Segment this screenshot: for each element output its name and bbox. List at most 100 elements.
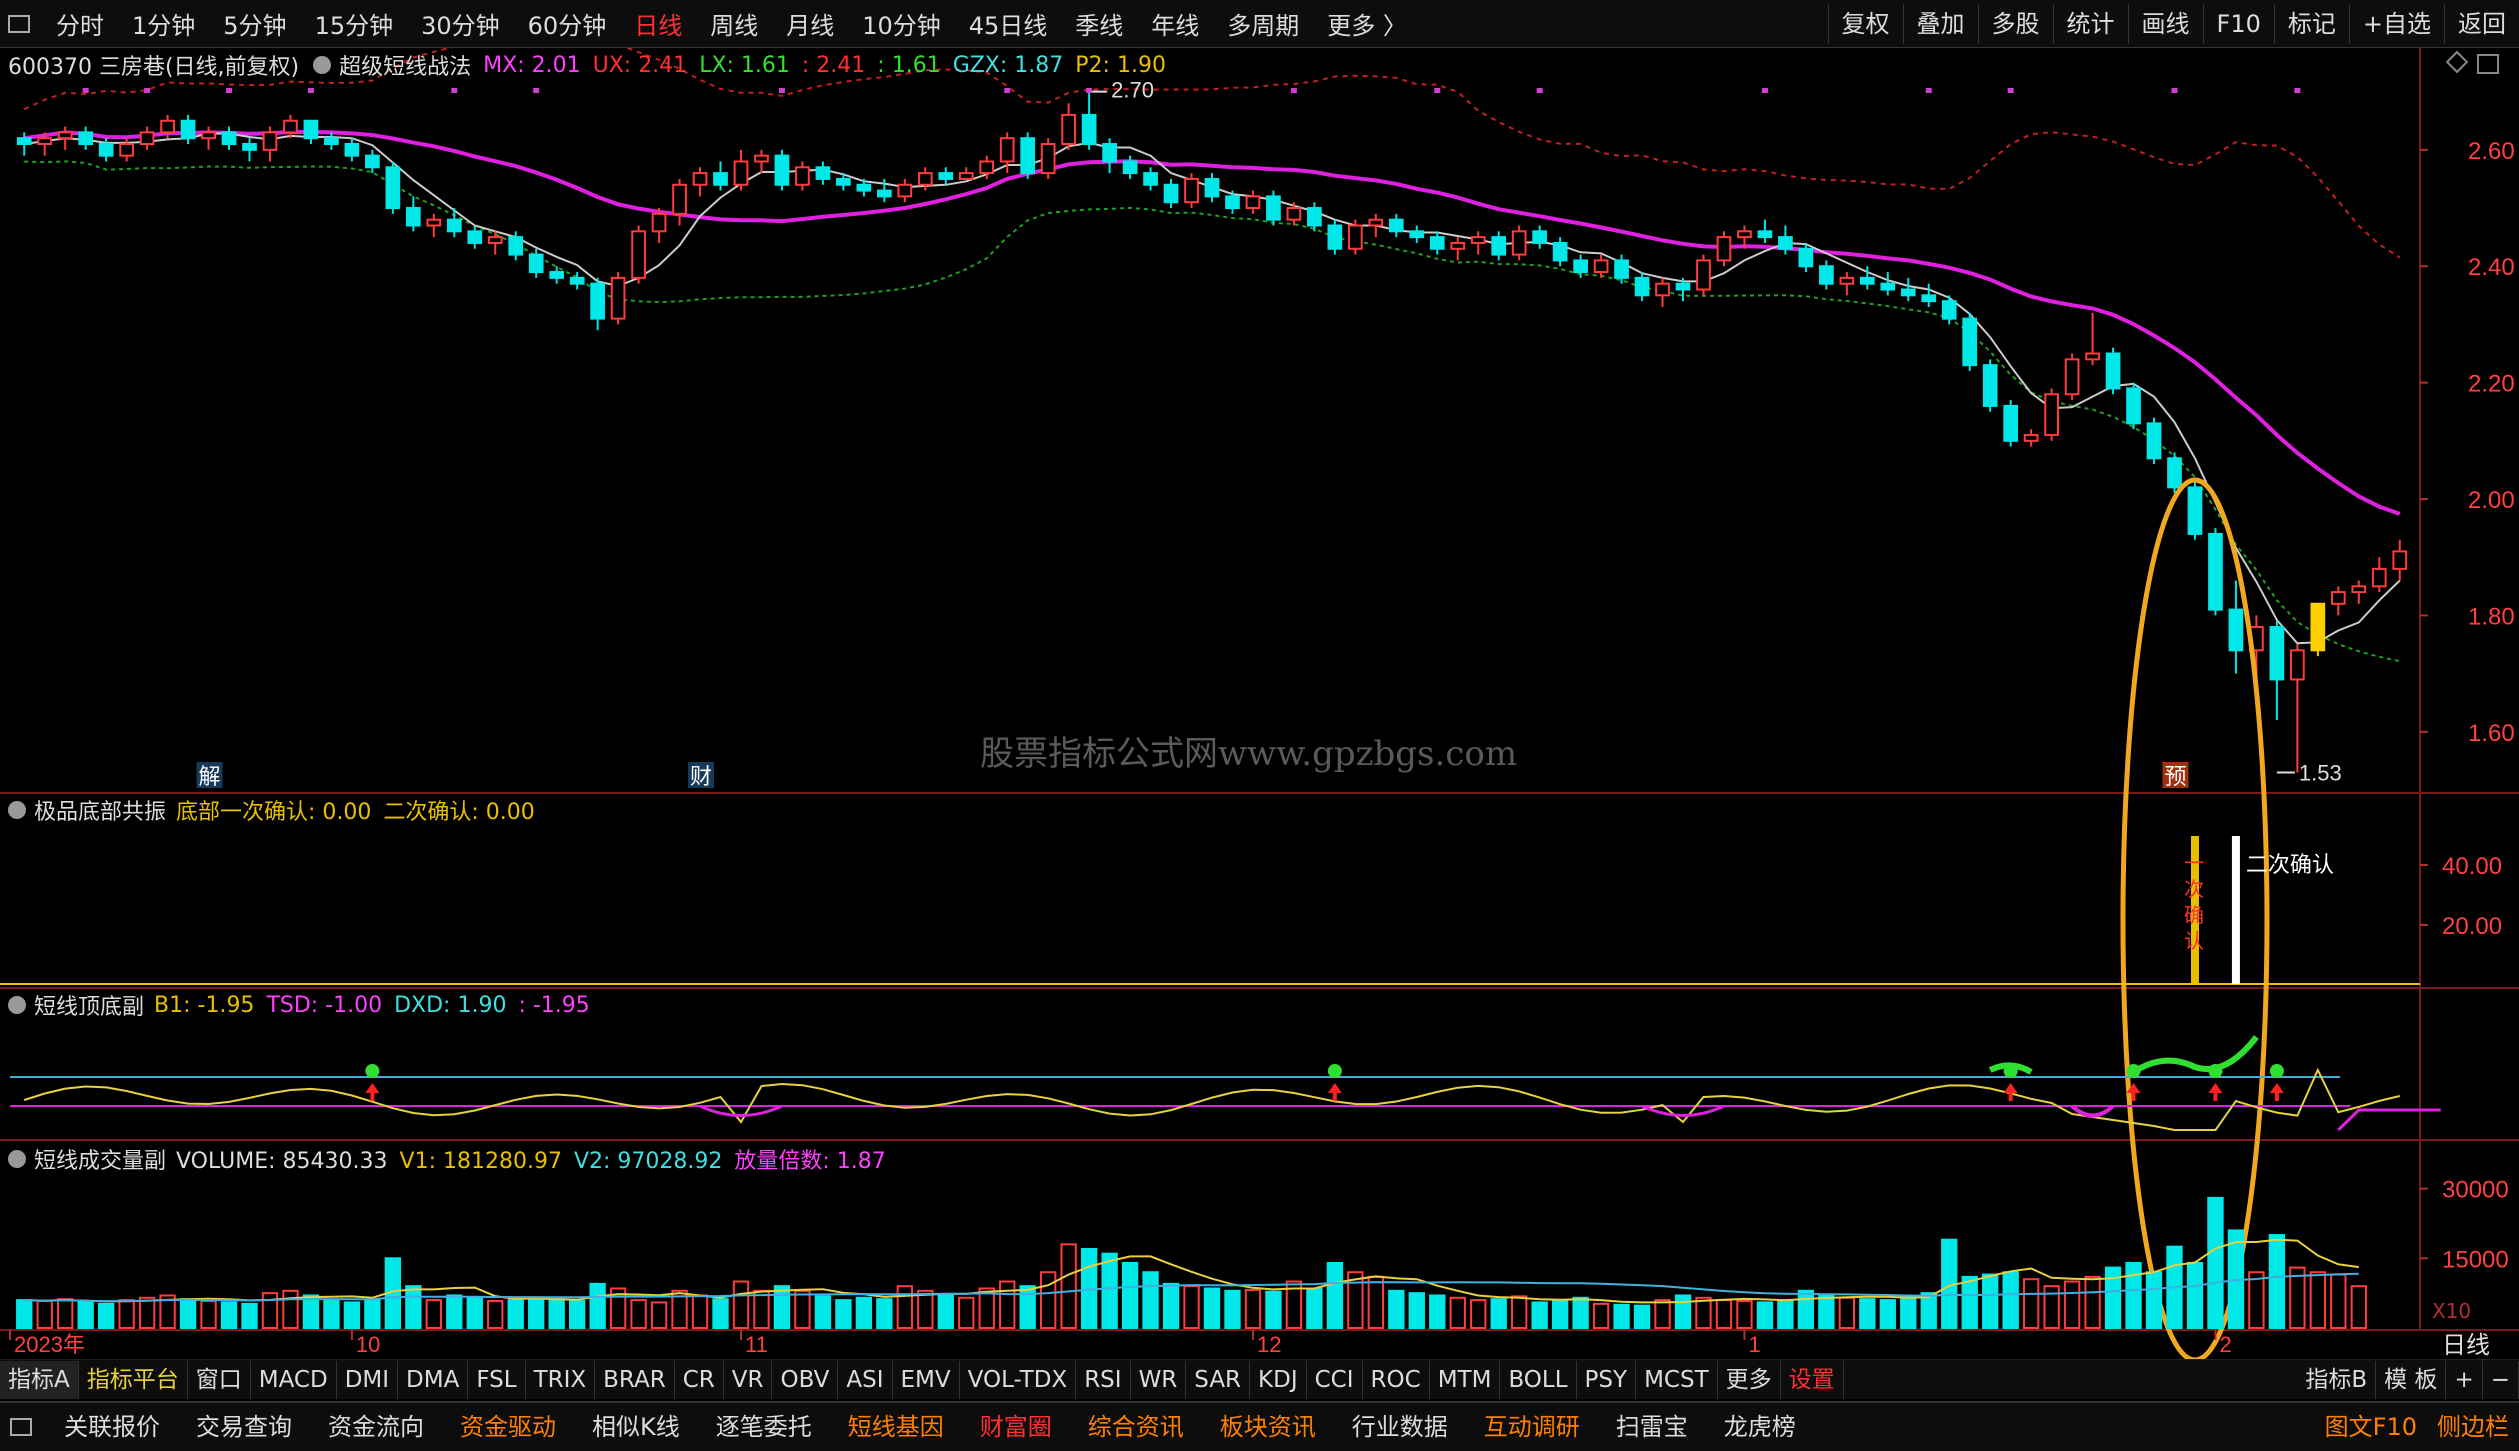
- low-price-label: 1.53: [2299, 761, 2342, 786]
- period-tab[interactable]: 15分钟: [301, 6, 408, 41]
- indicator-tab-right-button[interactable]: +: [2446, 1360, 2483, 1399]
- info-tab[interactable]: 逐笔委托: [698, 1404, 830, 1450]
- indicator-tab[interactable]: BRAR: [595, 1360, 675, 1399]
- period-tab[interactable]: 年线: [1137, 6, 1213, 41]
- indicator-tab[interactable]: KDJ: [1250, 1360, 1307, 1399]
- volume-bar: [568, 1300, 586, 1330]
- indicator-menu-icon[interactable]: [313, 56, 332, 74]
- toolbar-button[interactable]: 叠加: [1902, 4, 1978, 44]
- indicator-tab[interactable]: FSL: [468, 1360, 526, 1399]
- period-tab[interactable]: 周线: [696, 6, 772, 41]
- indicator-tab[interactable]: TRIX: [526, 1360, 596, 1399]
- toolbar-button[interactable]: 返回: [2444, 4, 2519, 44]
- indicator-tab[interactable]: 更多: [1718, 1360, 1781, 1399]
- info-tab[interactable]: 板块资讯: [1202, 1404, 1334, 1450]
- price-axis-label: 2.40: [2468, 254, 2515, 281]
- toolbar-button[interactable]: F10: [2202, 4, 2274, 44]
- candle-body: [2228, 608, 2244, 652]
- indicator-tab[interactable]: DMI: [337, 1360, 399, 1399]
- indicator-menu-icon[interactable]: [8, 996, 26, 1014]
- info-tab[interactable]: 相似K线: [574, 1404, 698, 1450]
- diamond-icon[interactable]: [2445, 50, 2469, 74]
- event-marker[interactable]: 财: [690, 765, 712, 790]
- panel4-name[interactable]: 短线成交量副: [34, 1143, 166, 1175]
- info-tab[interactable]: 短线基因: [830, 1404, 962, 1450]
- period-tab[interactable]: 60分钟: [514, 6, 621, 41]
- period-label: 日线: [2442, 1331, 2490, 1359]
- toolbar-button[interactable]: 标记: [2273, 4, 2349, 44]
- indicator-tab[interactable]: 指标平台: [79, 1360, 188, 1399]
- indicator-tab[interactable]: PSY: [1577, 1360, 1637, 1399]
- period-tab[interactable]: 更多 〉: [1313, 6, 1421, 41]
- toolbar-button[interactable]: 统计: [2052, 4, 2128, 44]
- indicator-menu-icon[interactable]: [8, 1150, 26, 1168]
- indicator-tab[interactable]: VR: [724, 1360, 773, 1399]
- indicator-tab[interactable]: OBV: [772, 1360, 839, 1399]
- info-tab-right[interactable]: 侧边栏: [2427, 1404, 2519, 1450]
- period-tab[interactable]: 季线: [1061, 6, 1137, 41]
- maximize-icon[interactable]: [2477, 54, 2499, 74]
- indicator-tab[interactable]: SAR: [1186, 1360, 1251, 1399]
- volume-bar: [2022, 1278, 2040, 1330]
- indicator-tab[interactable]: RSI: [1076, 1360, 1131, 1399]
- period-tab[interactable]: 30分钟: [407, 6, 514, 41]
- info-tab[interactable]: 综合资讯: [1070, 1404, 1202, 1450]
- info-tab[interactable]: 财富圈: [962, 1404, 1070, 1450]
- event-marker[interactable]: 解: [199, 765, 221, 790]
- event-marker[interactable]: 预: [2164, 765, 2186, 790]
- toolbar-button[interactable]: 画线: [2127, 4, 2203, 44]
- indicator-menu-icon[interactable]: [8, 801, 26, 819]
- indicator-tab[interactable]: EMV: [893, 1360, 960, 1399]
- indicator-tab[interactable]: DMA: [398, 1360, 469, 1399]
- period-tab[interactable]: 10分钟: [848, 6, 955, 41]
- indicator-tab[interactable]: MACD: [251, 1360, 337, 1399]
- indicator-tab-right-button[interactable]: −: [2483, 1360, 2519, 1399]
- period-tab[interactable]: 5分钟: [209, 6, 300, 41]
- indicator-tab[interactable]: CR: [675, 1360, 724, 1399]
- period-tab[interactable]: 45日线: [955, 6, 1062, 41]
- info-tab[interactable]: 扫雷宝: [1598, 1404, 1706, 1450]
- indicator-tab[interactable]: MCST: [1636, 1360, 1718, 1399]
- indicator-tab[interactable]: ASI: [838, 1360, 893, 1399]
- candle-body: [2023, 434, 2039, 442]
- info-tab[interactable]: 交易查询: [178, 1404, 310, 1450]
- period-tab[interactable]: 日线: [620, 6, 696, 41]
- volume-bar: [2268, 1234, 2286, 1330]
- indicator-tab[interactable]: WR: [1131, 1360, 1187, 1399]
- indicator-tab[interactable]: 指标A: [0, 1360, 79, 1399]
- info-tab[interactable]: 资金驱动: [442, 1404, 574, 1450]
- indicator-name[interactable]: 超级短线战法: [339, 49, 471, 81]
- info-tab[interactable]: 龙虎榜: [1706, 1404, 1814, 1450]
- period-tab[interactable]: 1分钟: [118, 6, 209, 41]
- window-icon[interactable]: [8, 14, 30, 33]
- toolbar-button[interactable]: 多股: [1977, 4, 2053, 44]
- panel2-name[interactable]: 极品底部共振: [34, 794, 166, 826]
- indicator-tab[interactable]: VOL-TDX: [960, 1360, 1077, 1399]
- toolbar-button[interactable]: 复权: [1827, 4, 1903, 44]
- candle-body: [754, 154, 769, 163]
- window-icon[interactable]: [10, 1418, 32, 1436]
- period-tab[interactable]: 多周期: [1213, 6, 1313, 41]
- info-tab[interactable]: 关联报价: [46, 1404, 178, 1450]
- volume-bar: [1736, 1300, 1753, 1330]
- indicator-tab-right-button[interactable]: 指标B: [2297, 1360, 2377, 1399]
- indicator-tab[interactable]: CCI: [1307, 1360, 1363, 1399]
- indicator-value: DXD: 1.90: [394, 992, 507, 1018]
- panel3-name[interactable]: 短线顶底副: [34, 989, 144, 1021]
- indicator-tab[interactable]: MTM: [1430, 1360, 1501, 1399]
- indicator-tab-right-button[interactable]: 模 板: [2376, 1360, 2447, 1399]
- indicator-tab[interactable]: 设置: [1781, 1360, 1844, 1399]
- period-tab[interactable]: 分时: [42, 6, 118, 41]
- info-tab[interactable]: 资金流向: [310, 1404, 442, 1450]
- second-confirm-bar: [2231, 836, 2240, 984]
- period-tab[interactable]: 月线: [772, 6, 848, 41]
- info-tab[interactable]: 互动调研: [1466, 1404, 1598, 1450]
- indicator-tab[interactable]: ROC: [1363, 1360, 1430, 1399]
- indicator-tab[interactable]: 窗口: [188, 1360, 251, 1399]
- info-tab-right[interactable]: 图文F10: [2315, 1404, 2427, 1450]
- panel3-header: 短线顶底副 B1: -1.95 TSD: -1.00 DXD: 1.90: -1.9…: [0, 990, 602, 1020]
- arrow-up-icon: [2003, 1083, 2018, 1101]
- toolbar-button[interactable]: +自选: [2348, 4, 2444, 44]
- indicator-tab[interactable]: BOLL: [1500, 1360, 1577, 1399]
- info-tab[interactable]: 行业数据: [1334, 1404, 1466, 1450]
